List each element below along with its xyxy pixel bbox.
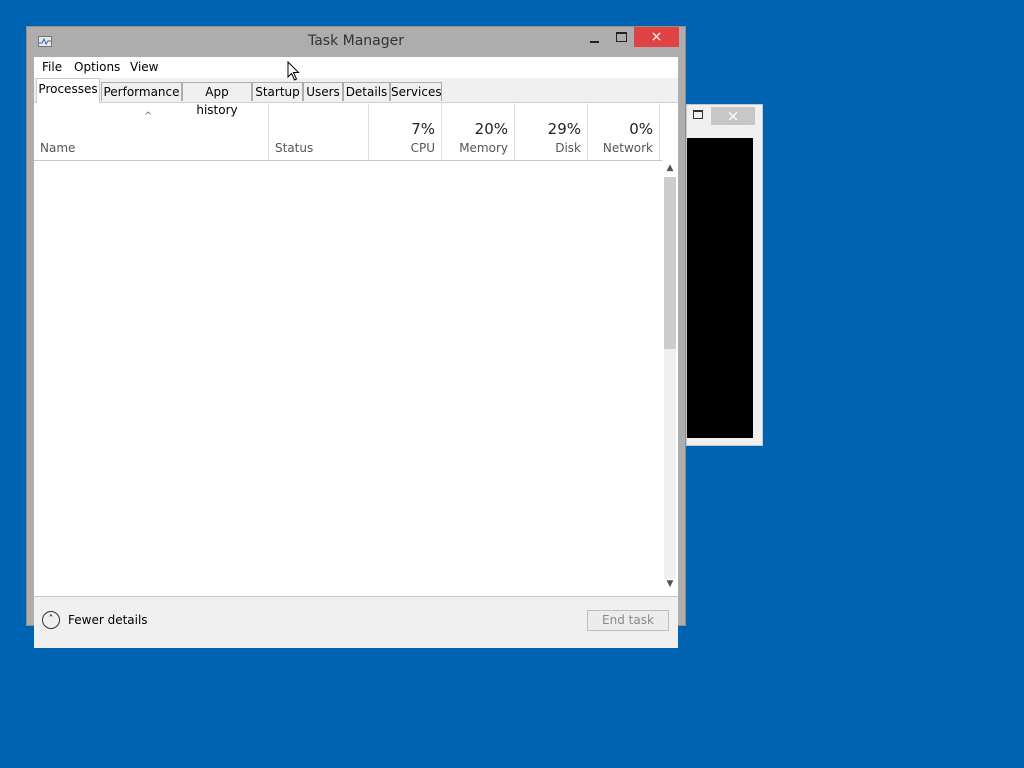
console-area — [687, 138, 753, 438]
footer: ˄ Fewer details End task — [34, 596, 678, 648]
column-network-header[interactable]: 0% Network — [587, 102, 660, 160]
tab-performance[interactable]: Performance — [101, 82, 182, 101]
tab-strip: Processes Performance App history Startu… — [34, 78, 678, 117]
tab-services[interactable]: Services — [390, 82, 442, 101]
scroll-down-icon[interactable]: ▼ — [662, 579, 678, 593]
background-window-titlebar[interactable]: × — [687, 105, 764, 127]
menu-file[interactable]: File — [42, 60, 62, 74]
vertical-scrollbar[interactable]: ▲ ▼ — [662, 161, 678, 595]
tab-users[interactable]: Users — [303, 82, 343, 101]
tab-processes[interactable]: Processes — [36, 78, 100, 103]
minimize-button[interactable] — [584, 29, 606, 49]
column-name-label: Name — [40, 141, 76, 155]
maximize-icon[interactable] — [693, 110, 703, 119]
tab-details[interactable]: Details — [343, 82, 390, 101]
column-status-header[interactable]: Status — [268, 102, 368, 160]
process-grid-header: ^ Name Status 7% CPU 20% Memory 29% Disk… — [34, 102, 662, 161]
column-disk-header[interactable]: 29% Disk — [514, 102, 587, 160]
tab-app-history[interactable]: App history — [182, 82, 252, 117]
column-cpu-label: CPU — [410, 141, 435, 155]
background-close-button[interactable]: × — [711, 107, 755, 125]
column-network-label: Network — [602, 141, 653, 155]
menu-bar: File Options View — [34, 57, 678, 77]
column-status-label: Status — [275, 141, 314, 155]
network-percent: 0% — [629, 120, 653, 138]
menu-view[interactable]: View — [130, 60, 158, 74]
column-disk-label: Disk — [555, 141, 581, 155]
memory-percent: 20% — [474, 120, 508, 138]
menu-options[interactable]: Options — [74, 60, 120, 74]
end-task-button[interactable]: End task — [587, 610, 669, 631]
sort-ascending-icon: ^ — [144, 111, 153, 122]
process-list[interactable] — [34, 161, 662, 595]
client-area: File Options View Processes Performance … — [34, 57, 678, 648]
disk-percent: 29% — [547, 120, 581, 138]
mouse-pointer-icon — [287, 61, 300, 81]
cpu-percent: 7% — [411, 120, 435, 138]
close-button[interactable]: × — [634, 27, 679, 47]
chevron-up-circle-icon: ˄ — [42, 611, 60, 629]
fewer-details-label: Fewer details — [68, 613, 148, 627]
column-memory-label: Memory — [459, 141, 508, 155]
column-name-header[interactable]: ^ Name — [34, 102, 268, 160]
maximize-button[interactable] — [610, 31, 632, 51]
background-console-window[interactable]: × — [686, 104, 763, 446]
column-cpu-header[interactable]: 7% CPU — [368, 102, 441, 160]
task-manager-window: Task Manager × File Options View Process… — [26, 26, 686, 648]
maximize-icon — [616, 32, 627, 42]
tab-startup[interactable]: Startup — [252, 82, 303, 101]
scroll-thumb[interactable] — [664, 177, 676, 349]
scroll-up-icon[interactable]: ▲ — [662, 163, 678, 177]
title-bar[interactable]: Task Manager × — [27, 27, 685, 57]
column-memory-header[interactable]: 20% Memory — [441, 102, 514, 160]
